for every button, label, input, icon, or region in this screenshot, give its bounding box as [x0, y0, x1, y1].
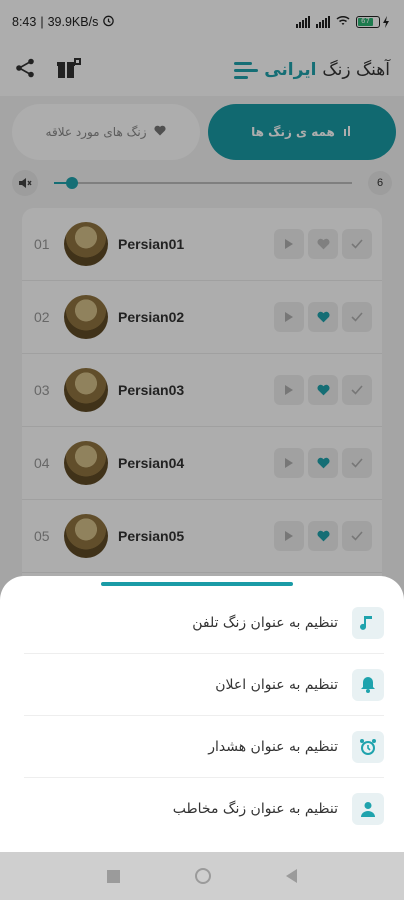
recents-button[interactable] [107, 869, 121, 883]
home-button[interactable] [194, 868, 211, 884]
music-note-icon [352, 606, 384, 639]
option-set-ringtone[interactable]: تنظیم به عنوان زنگ تلفن [24, 592, 384, 654]
bell-icon [352, 668, 384, 701]
back-button[interactable] [285, 869, 297, 883]
option-label: تنظیم به عنوان زنگ مخاطب [172, 801, 338, 817]
sheet-handle [101, 582, 293, 586]
option-set-contact-ringtone[interactable]: تنظیم به عنوان زنگ مخاطب [24, 778, 384, 840]
bottom-sheet: تنظیم به عنوان زنگ تلفن تنظیم به عنوان ا… [0, 576, 404, 852]
option-set-alarm[interactable]: تنظیم به عنوان هشدار [24, 716, 384, 778]
option-label: تنظیم به عنوان اعلان [215, 676, 338, 693]
option-set-notification[interactable]: تنظیم به عنوان اعلان [24, 654, 384, 716]
option-label: تنظیم به عنوان هشدار [208, 738, 338, 755]
alarm-clock-icon [352, 730, 384, 763]
system-nav-bar [0, 852, 404, 900]
option-label: تنظیم به عنوان زنگ تلفن [192, 614, 338, 631]
person-icon [352, 793, 384, 825]
